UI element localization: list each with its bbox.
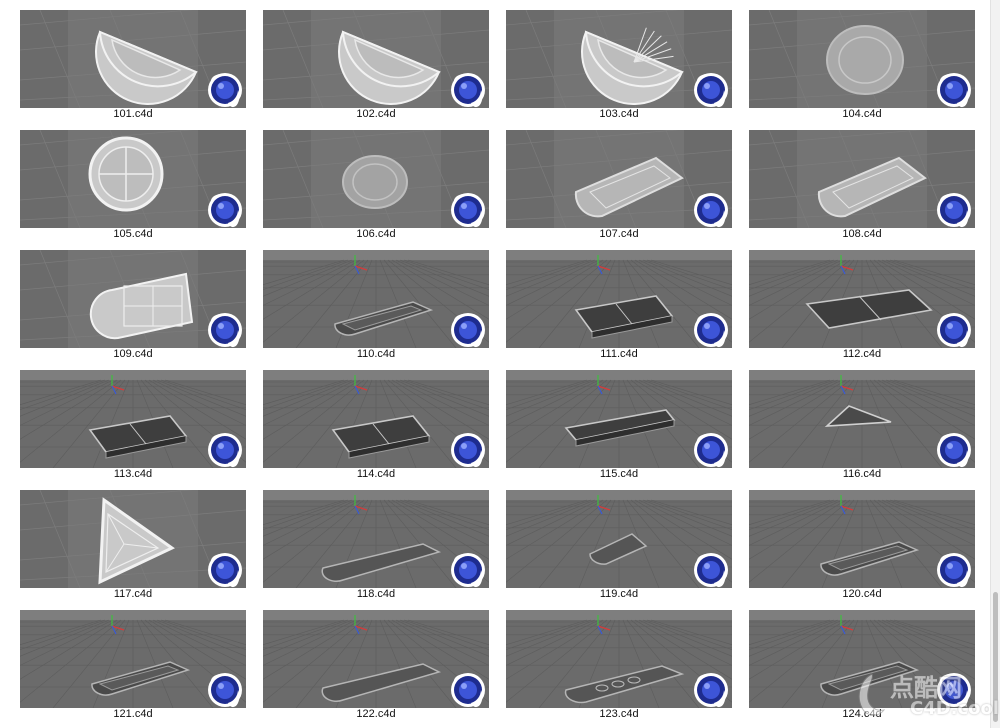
file-thumbnail[interactable] <box>20 250 246 348</box>
file-tile[interactable]: 110.c4d <box>261 240 491 360</box>
cinema4d-logo-icon <box>694 433 728 468</box>
file-name-label[interactable]: 121.c4d <box>18 708 248 721</box>
file-tile[interactable]: 107.c4d <box>504 120 734 240</box>
file-tile[interactable]: 119.c4d <box>504 480 734 600</box>
file-tile[interactable]: 120.c4d <box>747 480 977 600</box>
file-thumbnail[interactable] <box>20 10 246 108</box>
file-tile[interactable]: 114.c4d <box>261 360 491 480</box>
file-tile[interactable]: 122.c4d <box>261 600 491 721</box>
file-tile[interactable]: 113.c4d <box>18 360 248 480</box>
file-tile[interactable]: 104.c4d <box>747 0 977 120</box>
watermark-logo-icon <box>858 673 886 716</box>
file-tile[interactable]: 101.c4d <box>18 0 248 120</box>
file-tile[interactable]: 105.c4d <box>18 120 248 240</box>
file-tile[interactable]: 102.c4d <box>261 0 491 120</box>
cinema4d-logo-icon <box>208 433 242 468</box>
file-tile[interactable]: 121.c4d <box>18 600 248 721</box>
file-thumbnail[interactable] <box>749 10 975 108</box>
cinema4d-logo-icon <box>208 673 242 708</box>
cinema4d-logo-icon <box>451 73 485 108</box>
cinema4d-logo-icon <box>937 553 971 588</box>
file-name-label[interactable]: 122.c4d <box>261 708 491 721</box>
watermark-text-en: C4D.cool <box>910 698 1000 719</box>
file-thumbnail[interactable] <box>20 610 246 708</box>
file-thumbnail[interactable] <box>263 250 489 348</box>
vertical-scrollbar[interactable] <box>990 0 1000 728</box>
file-thumbnail[interactable] <box>749 250 975 348</box>
cinema4d-logo-icon <box>937 313 971 348</box>
cinema4d-logo-icon <box>451 193 485 228</box>
cinema4d-logo-icon <box>694 193 728 228</box>
file-tile[interactable]: 108.c4d <box>747 120 977 240</box>
cinema4d-logo-icon <box>694 673 728 708</box>
file-thumbnail[interactable] <box>20 370 246 468</box>
cinema4d-logo-icon <box>694 313 728 348</box>
file-tile[interactable]: 112.c4d <box>747 240 977 360</box>
file-thumbnail[interactable] <box>20 490 246 588</box>
cinema4d-logo-icon <box>937 433 971 468</box>
file-tile[interactable]: 115.c4d <box>504 360 734 480</box>
file-thumbnail[interactable] <box>749 130 975 228</box>
cinema4d-logo-icon <box>451 433 485 468</box>
cinema4d-logo-icon <box>208 193 242 228</box>
file-thumbnail[interactable] <box>749 370 975 468</box>
file-thumbnail[interactable] <box>263 130 489 228</box>
file-thumbnail[interactable] <box>506 370 732 468</box>
file-thumbnail[interactable] <box>506 10 732 108</box>
file-thumbnail[interactable] <box>263 370 489 468</box>
file-tile[interactable]: 111.c4d <box>504 240 734 360</box>
file-thumbnail[interactable] <box>749 490 975 588</box>
file-thumbnail[interactable] <box>506 130 732 228</box>
cinema4d-logo-icon <box>208 313 242 348</box>
file-thumbnail[interactable] <box>20 130 246 228</box>
file-thumbnail[interactable] <box>263 490 489 588</box>
file-tile[interactable]: 123.c4d <box>504 600 734 721</box>
file-thumbnail[interactable] <box>263 10 489 108</box>
cinema4d-logo-icon <box>694 73 728 108</box>
cinema4d-logo-icon <box>694 553 728 588</box>
cinema4d-logo-icon <box>937 73 971 108</box>
file-tile[interactable]: 118.c4d <box>261 480 491 600</box>
cinema4d-logo-icon <box>208 73 242 108</box>
file-tile[interactable]: 117.c4d <box>18 480 248 600</box>
file-thumbnail[interactable] <box>506 490 732 588</box>
file-thumbnail[interactable] <box>263 610 489 708</box>
file-tile[interactable]: 109.c4d <box>18 240 248 360</box>
cinema4d-logo-icon <box>451 313 485 348</box>
file-tile[interactable]: 103.c4d <box>504 0 734 120</box>
file-thumbnail[interactable] <box>506 610 732 708</box>
cinema4d-logo-icon <box>451 553 485 588</box>
file-thumbnail[interactable] <box>506 250 732 348</box>
site-watermark: 点酷网 C4D.cool <box>852 664 999 724</box>
file-name-label[interactable]: 123.c4d <box>504 708 734 721</box>
file-tile[interactable]: 116.c4d <box>747 360 977 480</box>
file-tile[interactable]: 106.c4d <box>261 120 491 240</box>
cinema4d-logo-icon <box>451 673 485 708</box>
cinema4d-logo-icon <box>937 193 971 228</box>
file-thumbnail-grid: 101.c4d 102.c4d 103.c4d 104.c4d 105.c4d 106.c… <box>0 0 990 728</box>
cinema4d-logo-icon <box>208 553 242 588</box>
